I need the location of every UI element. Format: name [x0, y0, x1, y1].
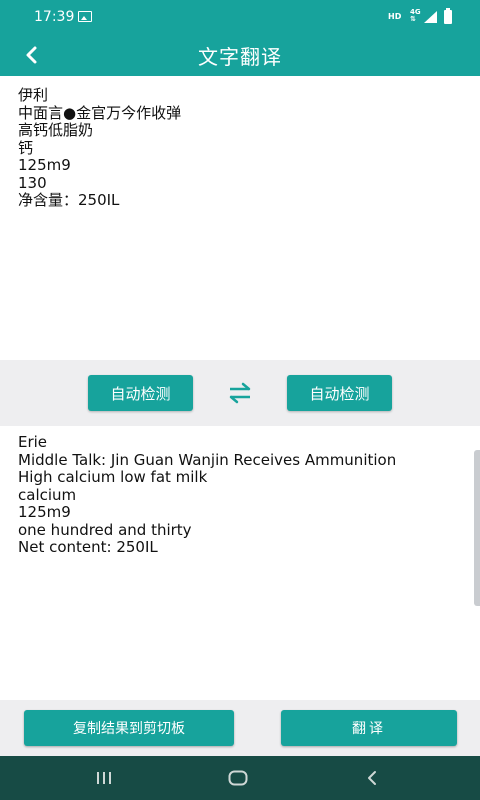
result-line: calcium [18, 485, 77, 504]
result-line: High calcium low fat milk [18, 468, 208, 486]
swap-arrows-icon[interactable] [226, 382, 254, 404]
recent-apps-button[interactable] [74, 756, 134, 800]
home-icon [228, 770, 248, 786]
source-text-area[interactable]: 伊利 中面言●金官万今作收弹 高钙低脂奶 钙 125m9 130 净含量：250… [0, 76, 480, 360]
copy-result-button[interactable]: 复制结果到剪切板 [24, 710, 234, 746]
source-line: 中面言●金官万今作收弹 [18, 103, 182, 122]
system-nav-bar [0, 756, 480, 800]
image-icon [78, 11, 92, 22]
translate-button[interactable]: 翻译 [281, 710, 457, 746]
result-line: Middle Talk: Jin Guan Wanjin Receives Am… [18, 450, 397, 469]
back-icon [368, 771, 376, 785]
home-button[interactable] [208, 756, 268, 800]
network-type: 4G [410, 8, 421, 16]
source-language-button[interactable]: 自动检测 [88, 375, 193, 411]
nav-back-button[interactable] [342, 756, 402, 800]
scrollbar-thumb[interactable] [474, 450, 480, 606]
result-line: 125m9 [18, 503, 71, 521]
target-language-button[interactable]: 自动检测 [287, 375, 392, 411]
result-line: Net content: 250IL [18, 538, 158, 556]
result-text-area[interactable]: Erie Middle Talk: Jin Guan Wanjin Receiv… [0, 426, 480, 700]
status-bar: 17:39 HD 4G ⇅ [0, 0, 480, 34]
network-indicator: 4G ⇅ [410, 8, 421, 23]
result-line: Erie [18, 433, 48, 451]
hd-indicator: HD [388, 12, 402, 21]
source-line: 净含量：250IL [18, 191, 120, 209]
source-line: 钙 [18, 138, 34, 157]
language-selector-bar: 自动检测 自动检测 [0, 360, 480, 426]
app-bar: 文字翻译 [0, 34, 480, 76]
action-bar: 复制结果到剪切板 翻译 [0, 700, 480, 756]
result-line: one hundred and thirty [18, 520, 192, 539]
source-line: 伊利 [18, 86, 49, 104]
status-time: 17:39 [34, 9, 75, 25]
recent-apps-icon [97, 772, 111, 784]
page-title: 文字翻译 [198, 45, 282, 69]
source-line: 高钙低脂奶 [18, 121, 94, 139]
source-line: 130 [18, 173, 47, 192]
battery-icon [444, 8, 452, 24]
signal-icon [424, 11, 437, 23]
source-line: 125m9 [18, 156, 71, 174]
